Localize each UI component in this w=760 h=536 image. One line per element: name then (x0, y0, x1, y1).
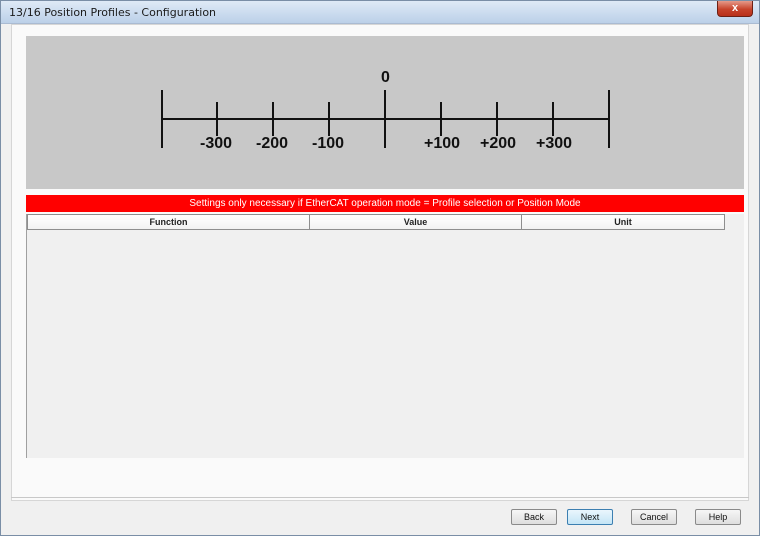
settings-table[interactable]: Function Value Unit (26, 214, 744, 458)
column-header-value[interactable]: Value (310, 215, 522, 229)
cancel-button[interactable]: Cancel (631, 509, 677, 525)
tick-label-5: +200 (480, 135, 516, 152)
column-header-unit[interactable]: Unit (522, 215, 724, 229)
tick-label-2: -100 (312, 135, 344, 152)
column-header-function[interactable]: Function (28, 215, 310, 229)
position-scale-diagram: -300 -200 -100 0 +100 +200 +300 (26, 36, 744, 189)
tick-label-0: -300 (200, 135, 232, 152)
number-line-graphic: -300 -200 -100 0 +100 +200 +300 (161, 69, 610, 152)
config-window: 13/16 Position Profiles - Configuration … (0, 0, 760, 536)
title-bar[interactable]: 13/16 Position Profiles - Configuration … (1, 1, 759, 24)
back-button[interactable]: Back (511, 509, 557, 525)
tick-label-0: 0 (381, 69, 390, 86)
next-button[interactable]: Next (567, 509, 613, 525)
tick-label-6: +300 (536, 135, 572, 152)
button-separator (11, 497, 749, 498)
tick-label-4: +100 (424, 135, 460, 152)
window-title: 13/16 Position Profiles - Configuration (9, 6, 217, 19)
operation-mode-warning: Settings only necessary if EtherCAT oper… (26, 195, 744, 212)
close-button[interactable]: x (717, 1, 753, 17)
close-icon: x (731, 2, 739, 14)
tick-label-1: -200 (256, 135, 288, 152)
table-header-row: Function Value Unit (27, 214, 725, 230)
help-button[interactable]: Help (695, 509, 741, 525)
